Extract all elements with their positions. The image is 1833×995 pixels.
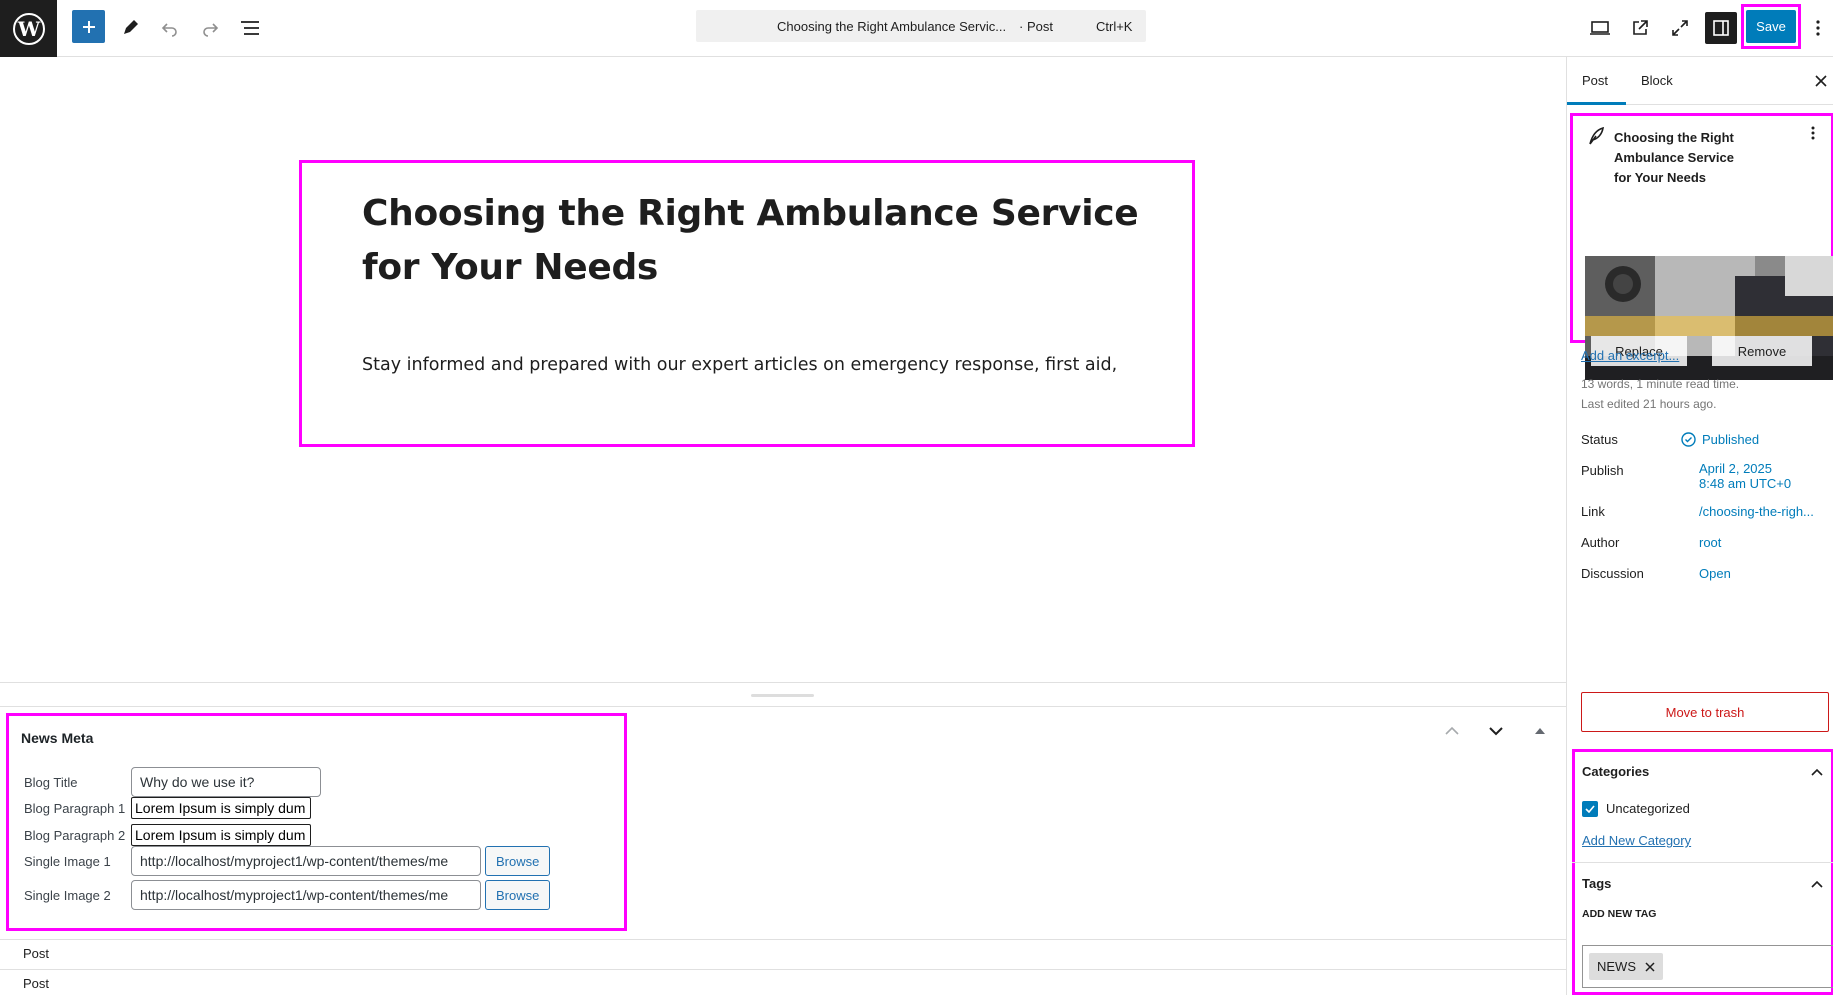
tab-block[interactable]: Block (1641, 73, 1673, 88)
footer-post-row: Post (0, 939, 1566, 969)
save-button-highlight: Save (1741, 4, 1801, 49)
command-post-type: · Post (1019, 18, 1053, 34)
panel-divider (1572, 862, 1833, 863)
editor-toolbar: W Choosing the Right Ambulance Servic...… (0, 0, 1833, 57)
card-more-icon[interactable] (1811, 126, 1815, 143)
news-meta-box: News Meta Blog Title Why do we use it? B… (6, 713, 627, 931)
status-text: Published (1702, 432, 1760, 447)
taxonomy-panels: Categories Uncategorized Add New Categor… (1572, 749, 1833, 995)
remove-tag-icon[interactable] (1645, 961, 1655, 972)
single-image-2-input[interactable]: http://localhost/myproject1/wp-content/t… (131, 880, 481, 910)
sidebar-tabs: Post Block (1567, 57, 1833, 105)
tags-heading[interactable]: Tags (1582, 876, 1611, 891)
fullscreen-icon[interactable] (1662, 10, 1698, 46)
more-options-icon[interactable] (1806, 10, 1830, 46)
post-content-highlight: Choosing the Right Ambulance Service for… (299, 160, 1195, 447)
link-label: Link (1581, 504, 1605, 519)
field-label: Single Image 1 (24, 853, 111, 869)
document-overview-icon[interactable] (232, 10, 268, 46)
svg-text:W: W (16, 17, 40, 41)
field-label: Blog Paragraph 1 (24, 800, 126, 816)
resize-handle[interactable] (751, 694, 814, 697)
field-row: Single Image 1 http://localhost/myprojec… (24, 846, 551, 876)
redo-icon[interactable] (192, 10, 228, 46)
move-up-icon[interactable] (1440, 719, 1464, 743)
blog-paragraph-1-input[interactable]: Lorem Ipsum is simply dum (131, 797, 311, 819)
field-row: Blog Paragraph 1 Lorem Ipsum is simply d… (24, 797, 311, 819)
metabox-resize-bar (0, 682, 1566, 707)
uncategorized-checkbox[interactable] (1582, 801, 1598, 817)
tag-label: NEWS (1597, 959, 1636, 974)
post-summary-card: Choosing the Right Ambulance Service for… (1570, 113, 1833, 380)
wordpress-logo-icon[interactable]: W (0, 0, 57, 57)
footer-post-row: Post (0, 969, 1566, 995)
command-palette-bar[interactable]: Choosing the Right Ambulance Servic... ·… (696, 10, 1146, 42)
publish-date[interactable]: April 2, 2025 (1699, 461, 1772, 476)
published-check-icon (1681, 432, 1696, 447)
author-value[interactable]: root (1699, 535, 1721, 550)
field-label: Single Image 2 (24, 887, 111, 903)
categories-heading[interactable]: Categories (1582, 764, 1649, 779)
footer-label: Post (23, 976, 50, 991)
field-label: Blog Paragraph 2 (24, 827, 126, 843)
chevron-up-icon[interactable] (1811, 764, 1823, 779)
tag-input-field[interactable]: NEWS (1582, 945, 1833, 988)
footer-label: Post (23, 946, 50, 961)
settings-sidebar-toggle-icon[interactable] (1705, 12, 1737, 44)
discussion-label: Discussion (1581, 566, 1644, 581)
post-title[interactable]: Choosing the Right Ambulance Service for… (362, 187, 1182, 295)
card-post-title: Choosing the Right Ambulance Service for… (1614, 130, 1734, 185)
browse-button[interactable]: Browse (485, 846, 551, 876)
blog-title-input[interactable]: Why do we use it? (131, 767, 321, 797)
single-image-1-input[interactable]: http://localhost/myproject1/wp-content/t… (131, 846, 481, 876)
status-value[interactable]: Published (1681, 432, 1759, 447)
paragraph-block[interactable]: Stay informed and prepared with our expe… (362, 355, 1117, 375)
remove-image-button[interactable]: Remove (1712, 336, 1812, 366)
settings-sidebar: Post Block Choosing the Right Ambulance … (1566, 57, 1833, 995)
view-post-external-icon[interactable] (1622, 10, 1658, 46)
add-excerpt-link[interactable]: Add an excerpt... (1581, 348, 1679, 363)
add-new-tag-label: ADD NEW TAG (1582, 908, 1657, 920)
add-new-category-link[interactable]: Add New Category (1582, 833, 1691, 848)
pencil-icon[interactable] (112, 10, 148, 46)
tag-chip: NEWS (1589, 953, 1663, 980)
close-icon[interactable] (1811, 71, 1831, 91)
browse-button[interactable]: Browse (485, 880, 551, 910)
editor-canvas[interactable]: Choosing the Right Ambulance Service for… (0, 57, 1566, 682)
command-title: Choosing the Right Ambulance Servic... (777, 18, 1007, 34)
blog-paragraph-2-input[interactable]: Lorem Ipsum is simply dum (131, 824, 311, 846)
save-button[interactable]: Save (1746, 10, 1796, 43)
command-shortcut: Ctrl+K (1096, 18, 1133, 34)
status-label: Status (1581, 432, 1618, 447)
word-count-text: 13 words, 1 minute read time. (1581, 377, 1740, 391)
tab-post[interactable]: Post (1582, 73, 1608, 88)
desktop-preview-icon[interactable] (1582, 10, 1618, 46)
collapse-toggle-icon[interactable] (1528, 719, 1552, 743)
permalink-value[interactable]: /choosing-the-righ... (1699, 504, 1814, 519)
chevron-up-icon[interactable] (1811, 876, 1823, 891)
metabox-title: News Meta (21, 730, 94, 746)
active-tab-indicator (1567, 102, 1626, 105)
author-label: Author (1581, 535, 1620, 550)
publish-label: Publish (1581, 463, 1624, 478)
field-row: Blog Title Why do we use it? (24, 767, 321, 797)
undo-icon[interactable] (152, 10, 188, 46)
field-row: Single Image 2 http://localhost/myprojec… (24, 880, 551, 910)
move-down-icon[interactable] (1484, 719, 1508, 743)
post-feather-icon (1588, 126, 1604, 148)
publish-time[interactable]: 8:48 am UTC+0 (1699, 476, 1791, 491)
field-label: Blog Title (24, 774, 78, 790)
move-to-trash-button[interactable]: Move to trash (1581, 692, 1829, 732)
discussion-value[interactable]: Open (1699, 566, 1731, 581)
category-label: Uncategorized (1606, 801, 1690, 816)
field-row: Blog Paragraph 2 Lorem Ipsum is simply d… (24, 824, 311, 846)
last-edited-text: Last edited 21 hours ago. (1581, 397, 1717, 411)
add-block-button[interactable] (72, 10, 105, 43)
metabox-area: News Meta Blog Title Why do we use it? B… (0, 707, 1566, 939)
